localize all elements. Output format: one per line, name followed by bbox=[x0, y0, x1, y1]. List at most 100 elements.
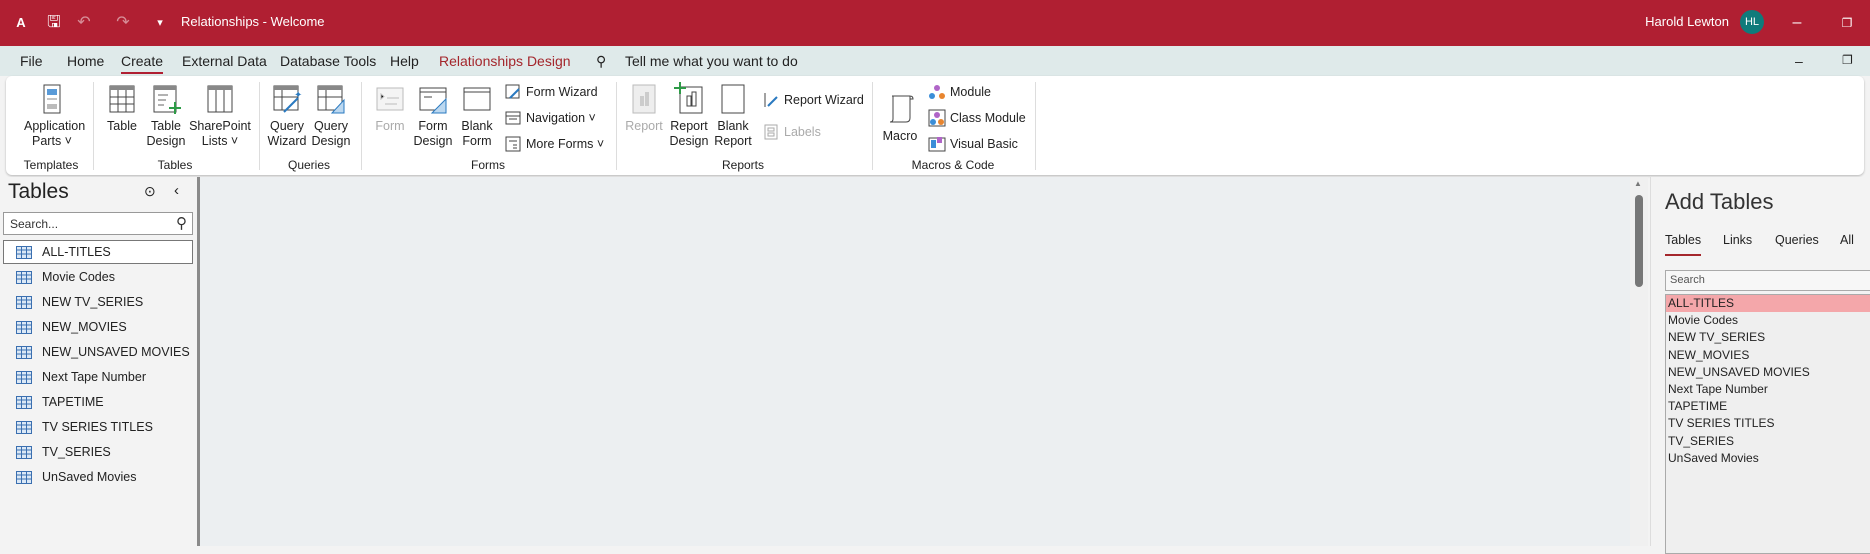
nav-item-label: TAPETIME bbox=[42, 395, 104, 409]
add-table-list-item[interactable]: TAPETIME bbox=[1666, 398, 1870, 415]
table-icon bbox=[16, 321, 32, 334]
add-table-list-item[interactable]: Next Tape Number bbox=[1666, 381, 1870, 398]
nav-table-item[interactable]: NEW_MOVIES bbox=[3, 315, 193, 339]
tab-relationships-design[interactable]: Relationships Design bbox=[439, 53, 571, 69]
group-label-forms: Forms bbox=[471, 158, 505, 172]
table-icon bbox=[16, 246, 32, 259]
nav-item-label: UnSaved Movies bbox=[42, 470, 137, 484]
nav-table-item[interactable]: TV_SERIES bbox=[3, 440, 193, 464]
class-module-icon bbox=[928, 109, 946, 127]
nav-menu-dropdown-icon[interactable]: ⊙ bbox=[144, 183, 156, 200]
macro-icon bbox=[889, 95, 914, 123]
form-icon bbox=[376, 87, 404, 111]
more-forms-button[interactable]: More Forms ˅ bbox=[504, 135, 604, 153]
nav-item-label: Movie Codes bbox=[42, 270, 115, 284]
labels-button[interactable]: Labels bbox=[762, 123, 821, 141]
nav-search-input[interactable]: Search... ⚲ bbox=[3, 212, 193, 235]
module-button[interactable]: Module bbox=[928, 83, 991, 101]
vertical-scrollbar[interactable]: ▲ bbox=[1630, 177, 1648, 546]
tab-tables[interactable]: Tables bbox=[1665, 233, 1702, 256]
add-table-list-item[interactable]: UnSaved Movies bbox=[1666, 450, 1870, 467]
add-table-list-item[interactable]: NEW_UNSAVED MOVIES bbox=[1666, 364, 1870, 381]
visual-basic-button[interactable]: Visual Basic bbox=[928, 135, 1018, 153]
form-wizard-button[interactable]: Form Wizard bbox=[504, 83, 598, 101]
tab-file[interactable]: File bbox=[20, 53, 43, 69]
ribbon: Application Parts ˅ Templates Table Table… bbox=[6, 76, 1864, 175]
table-icon bbox=[16, 271, 32, 284]
nav-table-item[interactable]: NEW_UNSAVED MOVIES bbox=[3, 340, 193, 364]
nav-item-label: Next Tape Number bbox=[42, 370, 146, 384]
nav-table-item[interactable]: TAPETIME bbox=[3, 390, 193, 414]
add-table-list-item[interactable]: Movie Codes bbox=[1666, 312, 1870, 329]
add-tables-search-input[interactable]: Search bbox=[1665, 270, 1870, 291]
table-design-button[interactable]: Table Design bbox=[139, 82, 193, 149]
application-parts-button[interactable]: Application Parts ˅ bbox=[24, 82, 85, 149]
ribbon-minimize-icon[interactable]: – bbox=[1795, 53, 1803, 69]
scroll-up-icon[interactable]: ▲ bbox=[1634, 179, 1642, 188]
tell-me-input[interactable]: Tell me what you want to do bbox=[625, 53, 798, 69]
tab-queries[interactable]: Queries bbox=[1775, 233, 1819, 247]
tab-database-tools[interactable]: Database Tools bbox=[280, 53, 376, 69]
nav-table-item[interactable]: Movie Codes bbox=[3, 265, 193, 289]
tab-all[interactable]: All bbox=[1840, 233, 1854, 247]
table-icon bbox=[16, 421, 32, 434]
undo-icon[interactable]: ↶ bbox=[73, 12, 95, 34]
nav-table-item[interactable]: ALL-TITLES bbox=[3, 240, 193, 264]
add-tables-list[interactable]: ALL-TITLES Movie Codes NEW TV_SERIES NEW_MO… bbox=[1665, 294, 1870, 554]
table-icon bbox=[16, 371, 32, 384]
add-table-list-item[interactable]: TV SERIES TITLES bbox=[1666, 415, 1870, 432]
add-table-list-item[interactable]: TV_SERIES bbox=[1666, 433, 1870, 450]
class-module-button[interactable]: Class Module bbox=[928, 109, 1026, 127]
navigation-pane: Tables ⊙ ‹ Search... ⚲ ALL-TITLES Movie Co… bbox=[0, 177, 197, 546]
report-wizard-button[interactable]: Report Wizard bbox=[762, 91, 864, 109]
sharepoint-lists-icon bbox=[207, 85, 233, 113]
redo-icon[interactable]: ↷ bbox=[112, 12, 134, 34]
collapse-pane-icon[interactable]: ‹ bbox=[174, 182, 179, 199]
add-table-list-item[interactable]: ALL-TITLES bbox=[1666, 295, 1870, 313]
navigation-button[interactable]: Navigation ˅ bbox=[504, 109, 596, 127]
add-table-list-item[interactable]: NEW TV_SERIES bbox=[1666, 329, 1870, 346]
nav-table-item[interactable]: TV SERIES TITLES bbox=[3, 415, 193, 439]
query-design-button[interactable]: Query Design bbox=[304, 82, 358, 149]
tab-create[interactable]: Create bbox=[121, 53, 164, 74]
nav-item-label: NEW TV_SERIES bbox=[42, 295, 144, 309]
macro-button[interactable]: Macro bbox=[873, 92, 927, 144]
scrollbar-thumb[interactable] bbox=[1635, 195, 1643, 287]
blank-report-button[interactable]: Blank Report bbox=[706, 82, 760, 149]
visual-basic-icon bbox=[928, 137, 946, 152]
group-label-templates: Templates bbox=[23, 158, 79, 172]
table-icon bbox=[16, 396, 32, 409]
ribbon-restore-icon[interactable]: ❐ bbox=[1842, 53, 1853, 67]
tab-home[interactable]: Home bbox=[67, 53, 104, 69]
nav-table-item[interactable]: UnSaved Movies bbox=[3, 465, 193, 489]
report-design-icon bbox=[674, 82, 703, 114]
divider bbox=[361, 82, 362, 170]
query-wizard-icon: ✦ bbox=[273, 85, 302, 113]
more-forms-icon bbox=[505, 136, 521, 152]
avatar[interactable]: HL bbox=[1740, 10, 1764, 34]
svg-text:✦: ✦ bbox=[294, 90, 302, 101]
save-icon[interactable]: 🖫 bbox=[43, 12, 65, 34]
add-table-list-item[interactable]: NEW_MOVIES bbox=[1666, 347, 1870, 364]
minimize-icon[interactable]: – bbox=[1786, 12, 1808, 34]
sharepoint-lists-button[interactable]: SharePoint Lists ˅ bbox=[189, 82, 251, 149]
search-icon[interactable]: ⚲ bbox=[596, 53, 606, 70]
tab-external-data[interactable]: External Data bbox=[182, 53, 267, 69]
tab-help[interactable]: Help bbox=[390, 53, 419, 69]
nav-table-item[interactable]: Next Tape Number bbox=[3, 365, 193, 389]
labels-icon bbox=[764, 124, 778, 140]
user-name[interactable]: Harold Lewton bbox=[1645, 14, 1729, 29]
application-parts-icon bbox=[43, 84, 61, 114]
table-icon bbox=[16, 471, 32, 484]
relationships-canvas[interactable] bbox=[200, 177, 1630, 546]
nav-pane-title[interactable]: Tables bbox=[8, 180, 69, 204]
title-bar: A 🖫 ↶ ↷ ▾ Relationships - Welcome Harold… bbox=[0, 0, 1870, 46]
group-label-tables: Tables bbox=[157, 158, 193, 172]
nav-table-item[interactable]: NEW TV_SERIES bbox=[3, 290, 193, 314]
nav-item-label: NEW_UNSAVED MOVIES bbox=[42, 345, 190, 359]
tab-links[interactable]: Links bbox=[1723, 233, 1752, 247]
restore-icon[interactable]: ❐ bbox=[1836, 12, 1858, 34]
form-design-icon bbox=[419, 87, 447, 114]
blank-form-button[interactable]: Blank Form bbox=[450, 82, 504, 149]
customize-quick-access-icon[interactable]: ▾ bbox=[149, 12, 171, 34]
